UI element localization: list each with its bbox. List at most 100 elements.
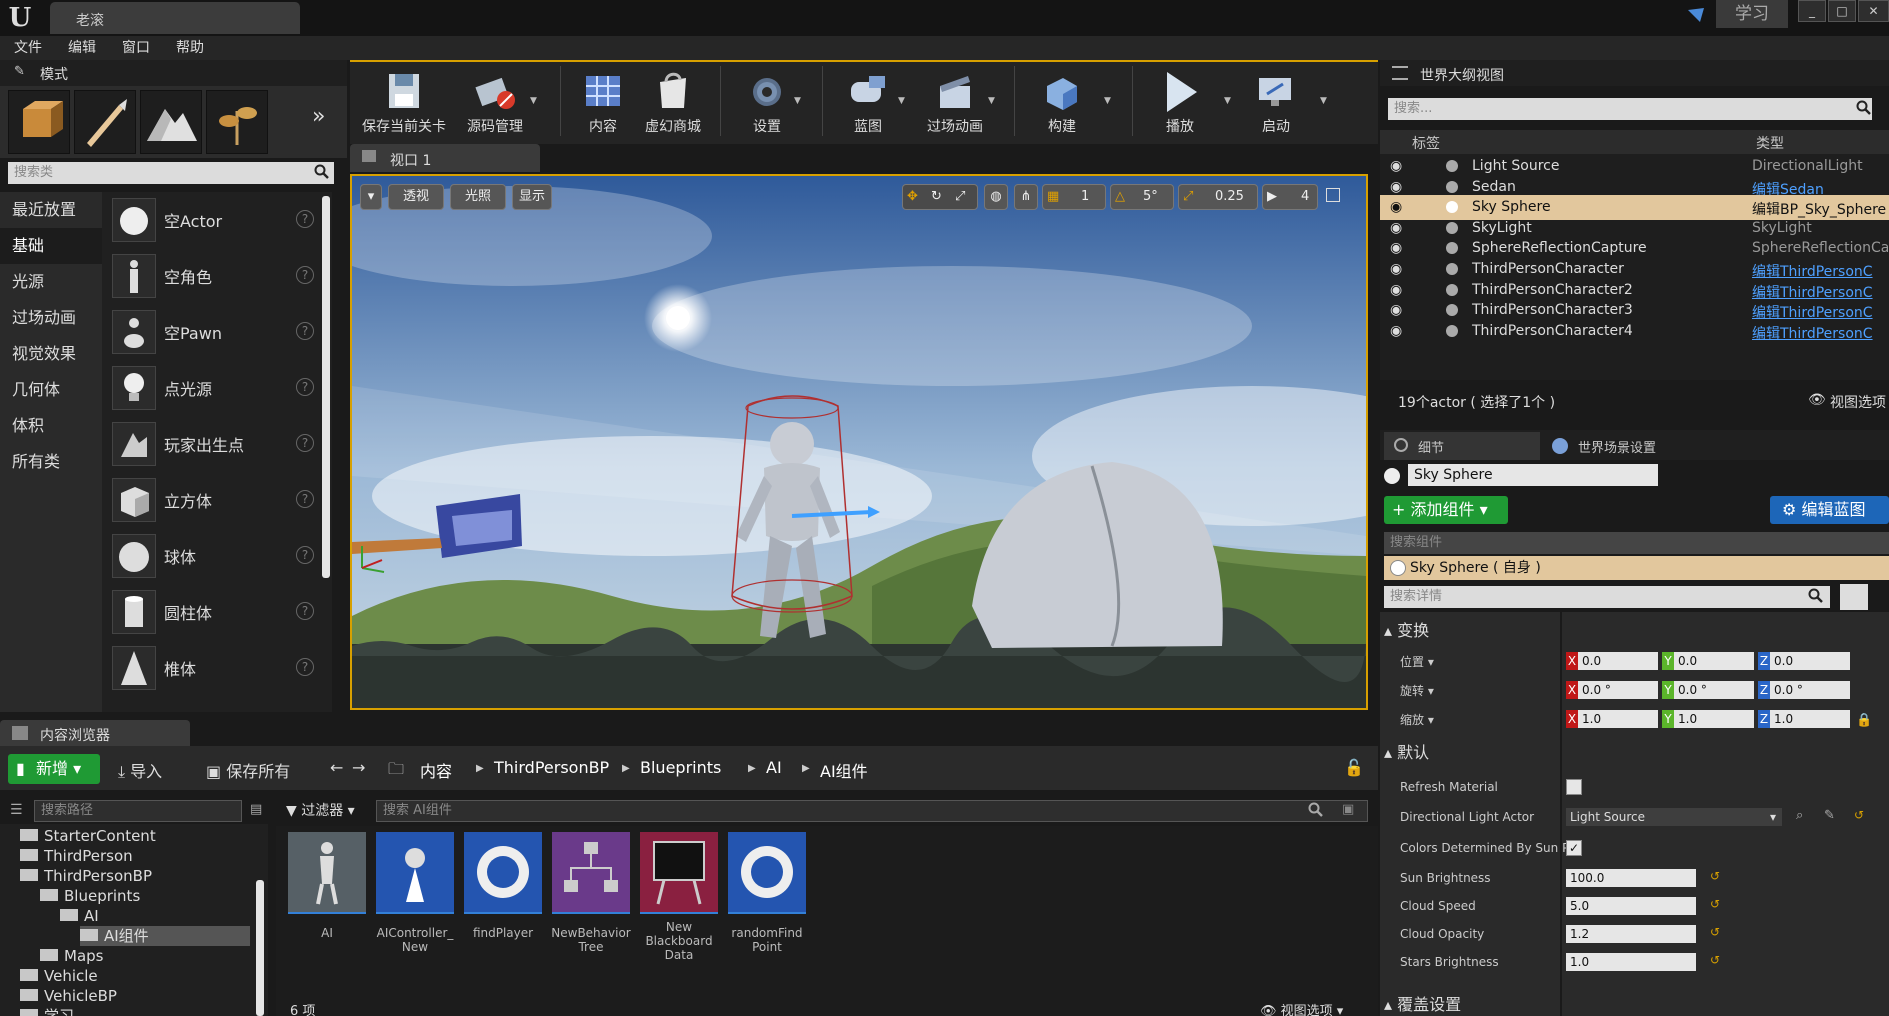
maximize-viewport-icon[interactable] xyxy=(1326,188,1340,202)
foliage-mode-button[interactable] xyxy=(206,90,268,154)
help-icon[interactable]: ? xyxy=(296,490,314,508)
save-all-button[interactable]: ▣ 保存所有 xyxy=(206,758,290,782)
path-search-input[interactable]: 搜索路径 xyxy=(34,800,242,822)
place-item-empty-actor[interactable]: 空Actor? xyxy=(110,192,320,248)
outliner-view-options[interactable]: 视图选项 xyxy=(1830,392,1886,412)
asset-search-input[interactable]: 搜索 AI组件 xyxy=(376,800,1368,822)
edit-blueprint-button[interactable]: ⚙ 编辑蓝图 xyxy=(1770,496,1889,524)
modes-more-icon[interactable]: » xyxy=(312,104,325,129)
tree-scrollbar[interactable] xyxy=(256,880,264,1016)
content-button[interactable]: 内容 xyxy=(570,64,636,140)
asset-tile[interactable] xyxy=(464,832,542,914)
scl-x-field[interactable]: 1.0 xyxy=(1578,710,1658,728)
world-settings-tab[interactable]: 世界场景设置 xyxy=(1542,432,1718,460)
menu-window[interactable]: 窗口 xyxy=(122,36,150,60)
rot-x-field[interactable]: 0.0 ° xyxy=(1578,681,1658,699)
minimize-button[interactable]: _ xyxy=(1798,0,1826,22)
settings-button[interactable]: 设置 xyxy=(734,64,800,140)
save-level-button[interactable]: 保存当前关卡 xyxy=(356,64,452,140)
place-item-player-start[interactable]: 玩家出生点? xyxy=(110,416,320,472)
rot-y-field[interactable]: 0.0 ° xyxy=(1674,681,1754,699)
category-recent[interactable]: 最近放置 xyxy=(0,192,102,228)
content-view-options[interactable]: 👁 视图选项 ▾ xyxy=(1260,1000,1343,1016)
menu-edit[interactable]: 编辑 xyxy=(68,36,96,60)
refresh-material-checkbox[interactable] xyxy=(1566,779,1582,795)
chevron-down-icon[interactable]: ▼ xyxy=(1320,96,1327,106)
place-mode-button[interactable] xyxy=(8,90,70,154)
folder-node[interactable]: Maps xyxy=(40,946,250,966)
lock-icon[interactable]: 🔒 xyxy=(1856,713,1872,728)
place-item-cylinder[interactable]: 圆柱体? xyxy=(110,584,320,640)
menu-help[interactable]: 帮助 xyxy=(176,36,204,60)
add-component-button[interactable]: + 添加组件 ▾ xyxy=(1384,496,1508,524)
level-tab[interactable]: 老滚 xyxy=(50,2,300,34)
label-column-header[interactable]: 标签 xyxy=(1412,133,1440,153)
visibility-eye-icon[interactable]: ◉ xyxy=(1390,240,1402,256)
maximize-button[interactable]: □ xyxy=(1828,0,1856,22)
place-item-cube[interactable]: 立方体? xyxy=(110,472,320,528)
visibility-eye-icon[interactable]: ◉ xyxy=(1390,220,1402,236)
asset-tile[interactable] xyxy=(376,832,454,914)
picker-icon[interactable]: ✎ xyxy=(1824,808,1835,823)
scale-snap-toggle[interactable]: ⤢ 0.25 xyxy=(1178,184,1258,210)
category-lights[interactable]: 光源 xyxy=(0,264,102,300)
level-viewport[interactable]: ▾ 透视 光照 显示 ✥ ↻ ⤢ ◍ ⋔ ▦ 1 △ 5° ⤢ 0.25 ▶ 4 xyxy=(350,174,1368,710)
category-all-classes[interactable]: 所有类 xyxy=(0,444,102,480)
visibility-eye-icon[interactable]: ◉ xyxy=(1390,179,1402,195)
add-new-button[interactable]: ▮ 新增 ▾ xyxy=(8,754,100,784)
folder-node[interactable]: ThirdPerson xyxy=(20,846,250,866)
category-cinematic[interactable]: 过场动画 xyxy=(0,300,102,336)
chevron-down-icon[interactable]: ▼ xyxy=(794,96,801,106)
lock-icon[interactable]: 🔓 xyxy=(1344,758,1364,777)
cloud-opacity-field[interactable]: 1.2 xyxy=(1566,925,1696,943)
chevron-down-icon[interactable]: ▼ xyxy=(898,96,905,106)
chevron-down-icon[interactable]: ▼ xyxy=(988,96,995,106)
placeable-scrollbar[interactable] xyxy=(322,196,330,578)
reset-icon[interactable]: ↺ xyxy=(1854,808,1864,822)
class-search-input[interactable]: 搜索类 xyxy=(8,162,334,184)
help-icon[interactable]: ? xyxy=(296,434,314,452)
blueprints-button[interactable]: 蓝图 xyxy=(836,64,900,140)
landscape-mode-button[interactable] xyxy=(140,90,202,154)
scl-y-field[interactable]: 1.0 xyxy=(1674,710,1754,728)
menu-file[interactable]: 文件 xyxy=(14,36,42,60)
folder-node[interactable]: Blueprints xyxy=(40,886,250,906)
details-tab[interactable]: 细节 xyxy=(1384,432,1540,460)
chevron-down-icon[interactable]: ▼ xyxy=(1224,96,1231,106)
breadcrumb-item[interactable]: Blueprints xyxy=(640,758,721,777)
cinematics-button[interactable]: 过场动画 xyxy=(918,64,992,140)
folder-node[interactable]: AI xyxy=(60,906,250,926)
outliner-tab[interactable]: 世界大纲视图 xyxy=(1380,60,1889,86)
play-button[interactable]: 播放 xyxy=(1148,64,1212,140)
content-browser-tab[interactable]: 内容浏览器 xyxy=(0,720,190,746)
asset-tile[interactable] xyxy=(728,832,806,914)
grid-snap-toggle[interactable]: ▦ 1 xyxy=(1042,184,1106,210)
place-item-point-light[interactable]: 点光源? xyxy=(110,360,320,416)
breadcrumb-item[interactable]: 内容 xyxy=(420,758,452,782)
folder-node[interactable]: ThirdPersonBP xyxy=(20,866,250,886)
asset-tile[interactable] xyxy=(552,832,630,914)
modes-tab[interactable]: ✎ 模式 xyxy=(0,60,347,86)
close-button[interactable]: ✕ xyxy=(1858,0,1889,22)
visibility-eye-icon[interactable]: ◉ xyxy=(1390,199,1402,215)
visibility-eye-icon[interactable]: ◉ xyxy=(1390,261,1402,277)
place-item-empty-character[interactable]: 空角色? xyxy=(110,248,320,304)
help-icon[interactable]: ? xyxy=(296,322,314,340)
rot-z-field[interactable]: 0.0 ° xyxy=(1770,681,1850,699)
paint-mode-button[interactable] xyxy=(74,90,136,154)
reset-icon[interactable]: ↺ xyxy=(1710,925,1720,939)
visibility-eye-icon[interactable]: ◉ xyxy=(1390,282,1402,298)
viewport-tab[interactable]: 视口 1 xyxy=(350,144,540,172)
sun-brightness-field[interactable]: 100.0 xyxy=(1566,869,1696,887)
camera-speed-button[interactable]: ▶ 4 xyxy=(1262,184,1318,210)
learn-button[interactable]: 学习 xyxy=(1716,0,1788,28)
type-column-header[interactable]: 类型 xyxy=(1756,133,1784,153)
launch-button[interactable]: 启动 xyxy=(1244,64,1308,140)
actor-name-field[interactable]: Sky Sphere xyxy=(1408,464,1658,486)
default-section[interactable]: ▴ 默认 xyxy=(1384,740,1429,766)
outliner-row[interactable]: ◉ ThirdPersonCharacter4 编辑ThirdPersonC xyxy=(1380,319,1889,344)
folder-node[interactable]: StarterContent xyxy=(20,826,250,846)
tree-toggle-icon[interactable]: ☰ xyxy=(10,802,23,818)
marketplace-button[interactable]: 虚幻商城 xyxy=(640,64,706,140)
category-geometry[interactable]: 几何体 xyxy=(0,372,102,408)
